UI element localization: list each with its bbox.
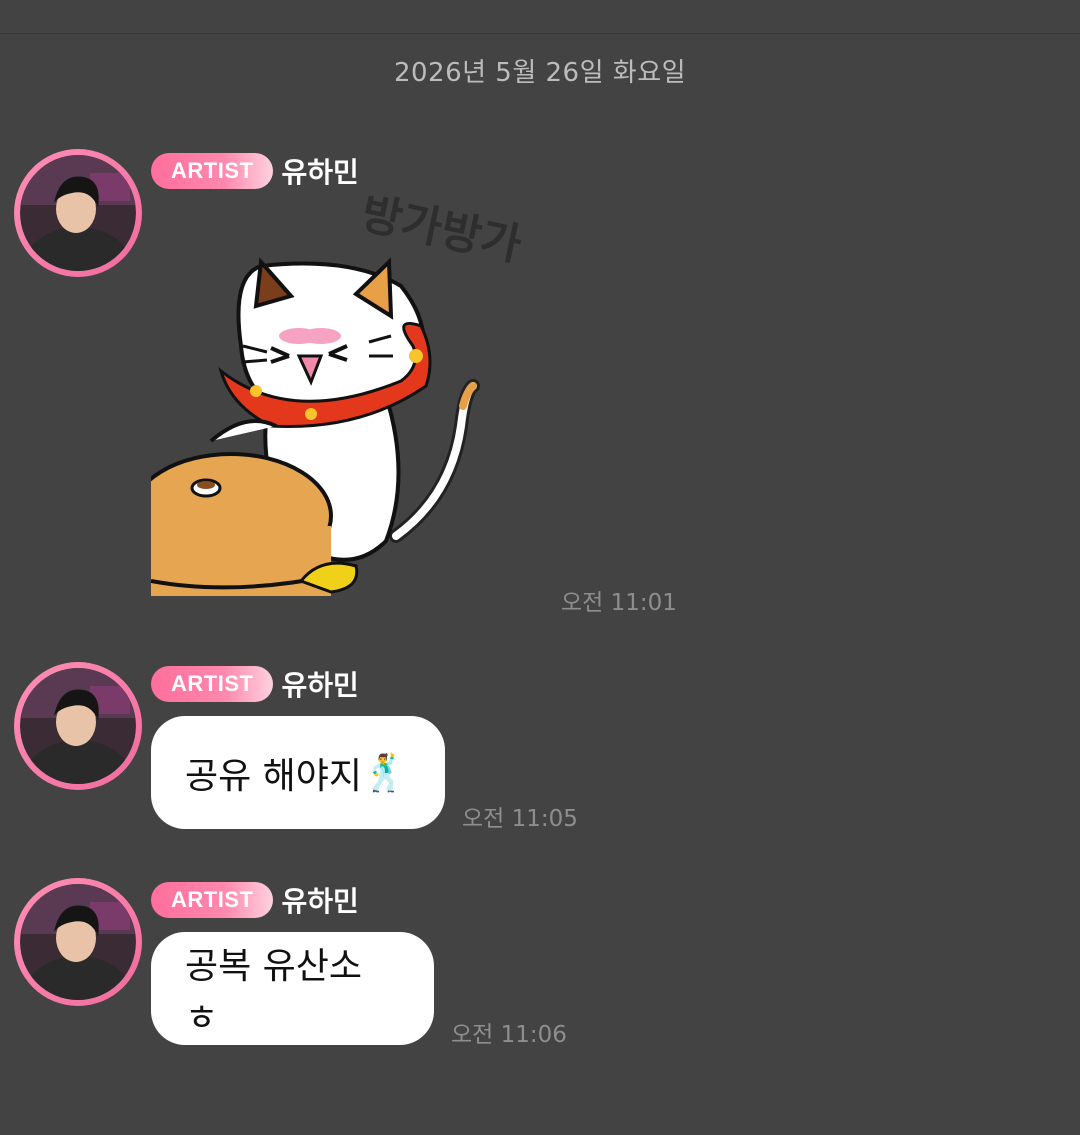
artist-badge: ARTIST (151, 882, 274, 918)
avatar[interactable] (14, 878, 142, 1006)
avatar[interactable] (14, 149, 142, 277)
message-header: ARTIST 유하민 (151, 881, 359, 919)
sender-name: 유하민 (281, 885, 359, 918)
message-bubble[interactable]: 공복 유산소 ㅎ (151, 932, 434, 1045)
message-bubble[interactable]: 공유 해야지 🕺 (151, 716, 445, 829)
message-header: ARTIST 유하민 (151, 152, 359, 190)
avatar[interactable] (14, 662, 142, 790)
cat-sticker[interactable]: 방가방가 (129, 188, 531, 596)
message-text: 공복 유산소 ㅎ (185, 945, 363, 1039)
sender-name: 유하민 (281, 669, 359, 702)
sender-name: 유하민 (281, 156, 359, 189)
message-time: 오전 11:05 (462, 806, 578, 832)
dancing-emoji-icon: 🕺 (362, 752, 407, 794)
top-divider (0, 33, 1080, 34)
message-time: 오전 11:06 (451, 1022, 567, 1048)
sticker-text: 방가방가 (357, 196, 526, 271)
date-separator: 2026년 5월 26일 화요일 (393, 58, 687, 88)
artist-badge: ARTIST (151, 666, 274, 702)
artist-badge: ARTIST (151, 153, 274, 189)
message-time: 오전 11:01 (561, 590, 677, 616)
message-header: ARTIST 유하민 (151, 665, 359, 703)
message-text: 공유 해야지 (185, 755, 363, 797)
